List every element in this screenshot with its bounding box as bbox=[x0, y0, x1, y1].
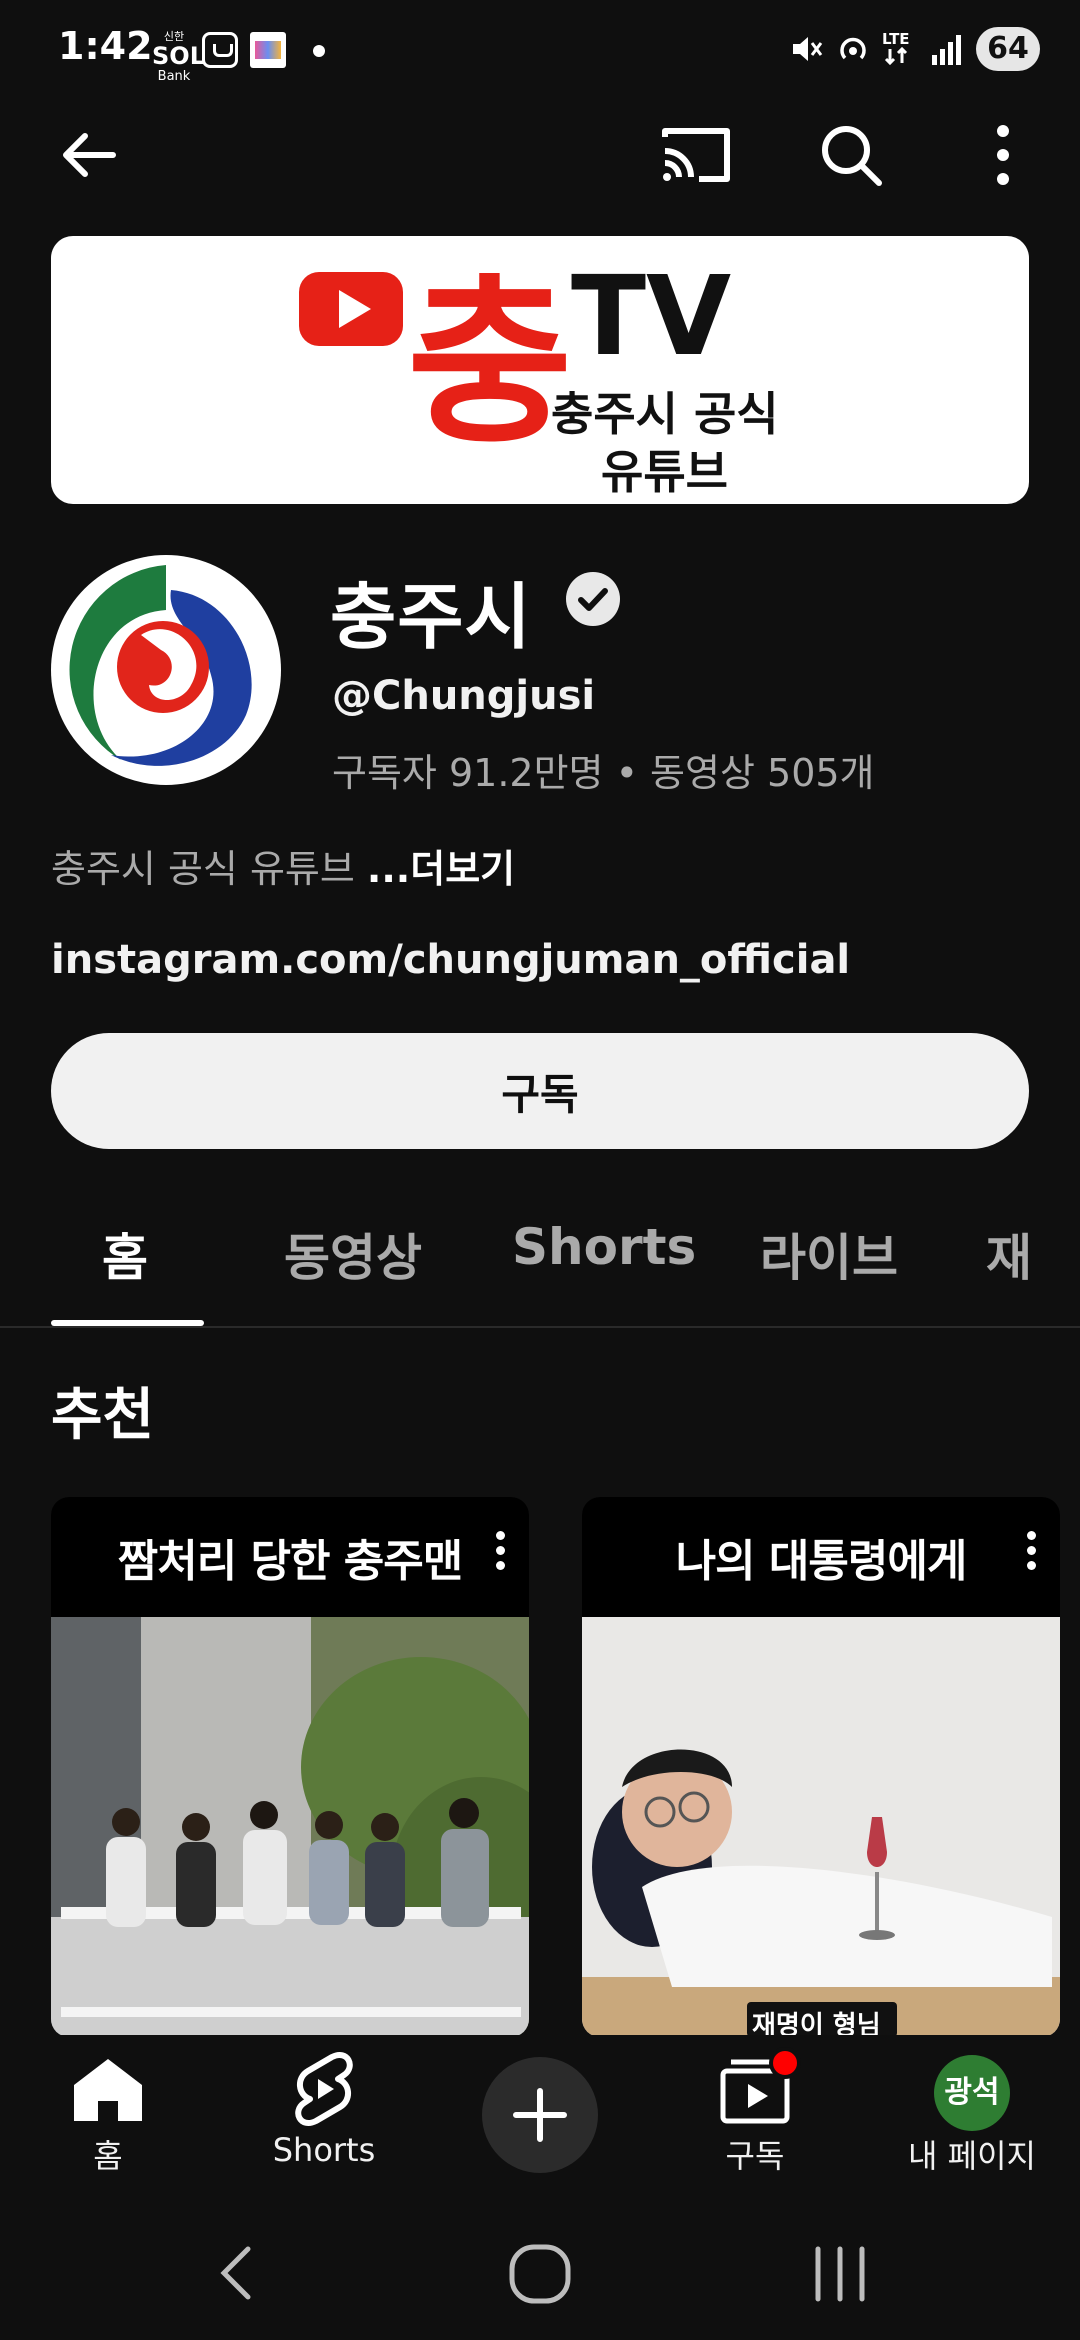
shorts-card[interactable]: 짬처리 당한 충주맨 bbox=[51, 1497, 529, 2037]
nav-shorts[interactable]: Shorts bbox=[234, 2035, 414, 2205]
shorts-thumbnail bbox=[51, 1617, 529, 2037]
verified-badge-icon bbox=[566, 572, 620, 626]
shorts-thumbnail bbox=[582, 1617, 1060, 2037]
tab-partial[interactable]: 재 bbox=[986, 1218, 1080, 1290]
more-notifications-dot-icon bbox=[313, 45, 325, 57]
search-button[interactable] bbox=[806, 110, 896, 200]
channel-description[interactable]: 충주시 공식 유튜브 ...더보기 bbox=[51, 838, 515, 893]
status-icons: LTE 64 bbox=[790, 26, 1040, 72]
cast-button[interactable] bbox=[652, 110, 742, 200]
shorts-icon bbox=[295, 2052, 353, 2126]
banner-logo-char: 충 bbox=[407, 259, 573, 468]
tab-home[interactable]: 홈 bbox=[102, 1218, 148, 1290]
channel-tabs: 홈 동영상 Shorts 라이브 재 bbox=[0, 1190, 1080, 1328]
top-app-bar bbox=[0, 110, 1080, 210]
shorts-menu-button[interactable] bbox=[485, 1527, 515, 1587]
active-tab-indicator bbox=[51, 1320, 204, 1326]
sol-bank-notification-icon: 신한 SOL Bank bbox=[152, 28, 205, 84]
nav-me[interactable]: 광석 내 페이지 bbox=[882, 2035, 1062, 2205]
system-recents-icon bbox=[815, 2246, 865, 2302]
create-button[interactable] bbox=[482, 2057, 598, 2173]
section-title: 추천 bbox=[51, 1383, 155, 1448]
back-button[interactable] bbox=[44, 110, 134, 200]
nav-subscriptions[interactable]: 구독 bbox=[665, 2035, 845, 2205]
system-home-icon bbox=[509, 2244, 571, 2304]
back-arrow-icon bbox=[63, 133, 116, 177]
tab-shorts[interactable]: Shorts bbox=[512, 1218, 696, 1276]
subscribe-button[interactable]: 구독 bbox=[51, 1033, 1029, 1149]
plus-icon bbox=[513, 2088, 567, 2142]
status-time: 1:42 bbox=[58, 24, 153, 68]
system-home-button[interactable] bbox=[500, 2233, 580, 2313]
shorts-title: 짬처리 당한 충주맨 bbox=[117, 1536, 463, 1587]
search-icon bbox=[822, 126, 882, 186]
youtube-play-icon bbox=[299, 272, 403, 346]
more-options-button[interactable] bbox=[958, 110, 1048, 200]
home-icon bbox=[74, 2059, 142, 2121]
shorts-title-band: 나의 대통령에게 bbox=[582, 1497, 1060, 1617]
banner-line2: 유튜브 bbox=[601, 445, 728, 499]
banner-line1: 충주시 공식 bbox=[551, 387, 779, 441]
tab-videos[interactable]: 동영상 bbox=[284, 1218, 422, 1290]
nav-home-label: 홈 bbox=[93, 2137, 123, 2175]
more-link[interactable]: ...더보기 bbox=[367, 847, 515, 891]
shorts-menu-button[interactable] bbox=[1016, 1527, 1046, 1587]
system-back-icon bbox=[220, 2246, 251, 2300]
shorts-caption: 재명이 형님 bbox=[752, 2011, 881, 2037]
system-navigation-bar bbox=[0, 2213, 1080, 2340]
shorts-title: 나의 대통령에게 bbox=[675, 1536, 968, 1587]
mute-icon bbox=[790, 31, 824, 67]
channel-name: 충주시 bbox=[330, 575, 532, 659]
app-notification-icon bbox=[250, 32, 286, 68]
system-back-button[interactable] bbox=[200, 2233, 280, 2313]
status-bar: 1:42 신한 SOL Bank LTE 64 bbox=[0, 0, 1080, 100]
lte-icon: LTE bbox=[882, 31, 918, 67]
cast-icon bbox=[662, 128, 730, 182]
battery-level: 64 bbox=[976, 27, 1040, 71]
face-scan-notification-icon bbox=[202, 32, 238, 68]
nav-subscriptions-label: 구독 bbox=[725, 2137, 785, 2175]
more-vertical-icon bbox=[997, 125, 1009, 185]
channel-stats: 구독자 91.2만명 • 동영상 505개 bbox=[332, 751, 875, 795]
shorts-card[interactable]: 나의 대통령에게 재명이 형님 bbox=[582, 1497, 1060, 2037]
channel-external-link[interactable]: instagram.com/chungjuman_official bbox=[51, 937, 850, 983]
subscriptions-badge-dot bbox=[769, 2047, 801, 2079]
sol-bank-sub: Bank bbox=[157, 69, 191, 84]
banner-logo-tv: TV bbox=[571, 252, 732, 380]
lte-label: LTE bbox=[882, 30, 910, 48]
user-avatar: 광석 bbox=[934, 2055, 1010, 2131]
chungju-emblem-logo bbox=[53, 557, 279, 783]
channel-banner: 충 TV 충주시 공식 유튜브 bbox=[51, 236, 1029, 504]
nav-me-label: 내 페이지 bbox=[908, 2137, 1036, 2175]
description-text: 충주시 공식 유튜브 bbox=[51, 847, 367, 891]
signal-icon bbox=[930, 31, 964, 67]
nav-home[interactable]: 홈 bbox=[18, 2035, 198, 2205]
channel-handle: @Chungjusi bbox=[332, 673, 596, 719]
shorts-title-band: 짬처리 당한 충주맨 bbox=[51, 1497, 529, 1617]
bottom-navigation: 홈 Shorts 구독 광석 내 페이지 bbox=[0, 2035, 1080, 2213]
tab-live[interactable]: 라이브 bbox=[760, 1218, 898, 1290]
nav-shorts-label: Shorts bbox=[272, 2131, 376, 2169]
system-recents-button[interactable] bbox=[800, 2233, 880, 2313]
hotspot-icon bbox=[836, 31, 870, 67]
sol-bank-logo: SOL bbox=[152, 42, 205, 70]
channel-avatar[interactable] bbox=[51, 555, 281, 785]
